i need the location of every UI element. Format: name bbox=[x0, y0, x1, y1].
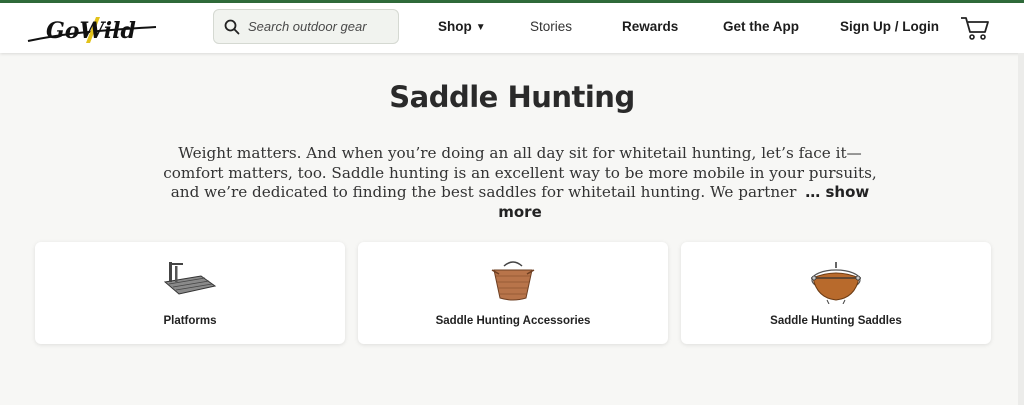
nav-shop-label: Shop bbox=[438, 19, 472, 34]
search-bar[interactable] bbox=[213, 9, 399, 44]
category-label: Saddle Hunting Accessories bbox=[435, 315, 591, 327]
logo-text: GoWild bbox=[46, 18, 136, 44]
category-card-saddle-hunting-accessories[interactable]: Saddle Hunting Accessories bbox=[358, 242, 668, 344]
nav-rewards[interactable]: Rewards bbox=[622, 19, 678, 34]
accessory-bag-image bbox=[491, 261, 535, 301]
caret-down-icon: ▼ bbox=[475, 22, 486, 33]
nav-stories[interactable]: Stories bbox=[530, 19, 572, 34]
platform-image bbox=[163, 262, 217, 295]
search-input[interactable] bbox=[248, 19, 388, 34]
page-title: Saddle Hunting bbox=[389, 80, 635, 114]
description-text: Weight matters. And when you’re doing an… bbox=[163, 144, 877, 201]
category-card-saddle-hunting-saddles[interactable]: Saddle Hunting Saddles bbox=[681, 242, 991, 344]
nav-rewards-label: Rewards bbox=[622, 19, 679, 34]
saddle-image bbox=[811, 262, 861, 304]
category-label: Platforms bbox=[163, 315, 217, 327]
header: GoWild Shop▼ Stories Rewards Get the App… bbox=[0, 3, 1024, 53]
search-icon bbox=[224, 19, 240, 34]
nav-get-the-app[interactable]: Get the App bbox=[723, 19, 799, 34]
nav-get-the-app-label: Get the App bbox=[723, 19, 799, 34]
nav-stories-label: Stories bbox=[530, 19, 573, 34]
nav-sign-up-login-label: Sign Up / Login bbox=[840, 19, 939, 34]
category-label: Saddle Hunting Saddles bbox=[770, 315, 902, 327]
cart-icon[interactable] bbox=[960, 15, 990, 41]
nav-sign-up-login[interactable]: Sign Up / Login bbox=[840, 19, 939, 34]
gowild-logo[interactable]: GoWild bbox=[26, 9, 160, 49]
nav-shop[interactable]: Shop ▼ bbox=[438, 19, 486, 34]
category-description: Weight matters. And when you’re doing an… bbox=[150, 144, 890, 222]
category-card-platforms[interactable]: Platforms bbox=[35, 242, 345, 344]
